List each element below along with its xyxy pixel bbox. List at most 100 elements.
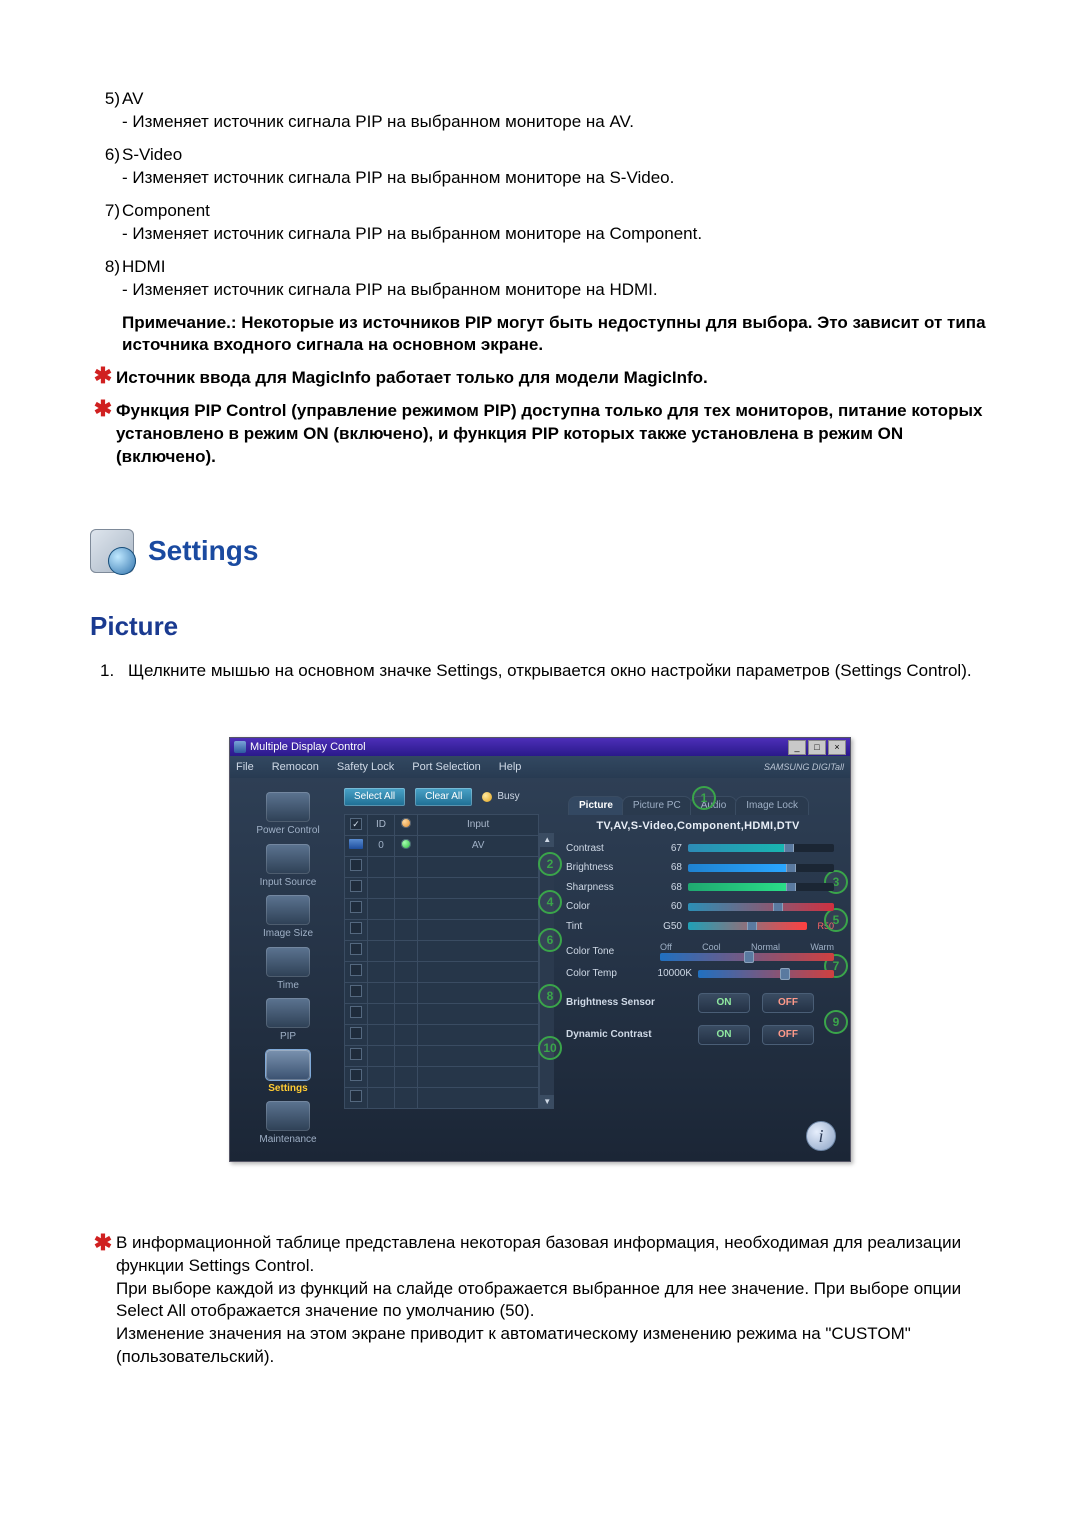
brightness-slider[interactable] [688, 864, 834, 872]
row-checkbox[interactable] [350, 943, 362, 955]
row-checkbox[interactable] [350, 1069, 362, 1081]
sidebar-item-power-control[interactable]: Power Control [243, 792, 333, 838]
menu-port-selection[interactable]: Port Selection [412, 760, 480, 775]
ct-opt-cool: Cool [702, 941, 721, 953]
sharpness-slider[interactable] [688, 883, 834, 891]
row-checkbox[interactable] [350, 922, 362, 934]
pip-icon [266, 998, 310, 1028]
sidebar-item-image-size[interactable]: Image Size [243, 895, 333, 941]
brand-label: SAMSUNG DIGITall [764, 761, 844, 773]
info-button[interactable]: i [806, 1121, 836, 1151]
note-magicinfo: ✱ Источник ввода для MagicInfo работает … [90, 365, 990, 390]
minimize-button[interactable]: _ [788, 740, 806, 755]
tint-slider[interactable] [688, 922, 807, 930]
device-grid[interactable]: ID Input 0 AV [344, 814, 539, 1109]
colortemp-slider[interactable] [698, 970, 834, 978]
brightness-sensor-row: Brightness Sensor ON OFF [566, 993, 834, 1013]
note-text: Источник ввода для MagicInfo работает то… [116, 365, 990, 390]
brightness-sensor-on-button[interactable]: ON [698, 993, 750, 1013]
table-row[interactable] [345, 1088, 539, 1109]
row-checkbox[interactable] [350, 1048, 362, 1060]
footnote-line: В информационной таблице представлена не… [116, 1232, 990, 1278]
colortone-slider[interactable] [660, 953, 834, 961]
brightness-value: 68 [648, 861, 682, 875]
maintenance-icon [266, 1101, 310, 1131]
scroll-up-icon[interactable]: ▲ [540, 833, 554, 847]
menu-safety-lock[interactable]: Safety Lock [337, 760, 394, 775]
menu-remocon[interactable]: Remocon [272, 760, 319, 775]
table-row[interactable] [345, 878, 539, 899]
callout-2: 2 [538, 852, 562, 876]
menu-help[interactable]: Help [499, 760, 522, 775]
callout-5: 5 [824, 908, 848, 932]
dynamic-contrast-row: Dynamic Contrast ON OFF [566, 1025, 834, 1045]
table-row[interactable] [345, 920, 539, 941]
picture-heading: Picture [90, 609, 990, 644]
clear-all-button[interactable]: Clear All [415, 788, 472, 806]
tab-picture-pc[interactable]: Picture PC [622, 796, 692, 815]
sharpness-label: Sharpness [566, 881, 642, 895]
table-row[interactable] [345, 899, 539, 920]
settings-panel: 1 Picture Picture PC Audio Image Lock TV… [554, 788, 842, 1147]
contrast-slider[interactable] [688, 844, 834, 852]
table-row[interactable] [345, 1067, 539, 1088]
item-num: 5) [90, 88, 122, 134]
table-row[interactable] [345, 1046, 539, 1067]
sidebar-item-input-source[interactable]: Input Source [243, 844, 333, 890]
table-row[interactable] [345, 1004, 539, 1025]
tab-image-lock[interactable]: Image Lock [735, 796, 809, 815]
mdc-window: Multiple Display Control _ □ × File Remo… [229, 737, 851, 1162]
dynamic-contrast-on-button[interactable]: ON [698, 1025, 750, 1045]
row-checkbox[interactable] [350, 1090, 362, 1102]
table-row[interactable] [345, 983, 539, 1004]
item-num: 8) [90, 256, 122, 302]
sidebar-item-time[interactable]: Time [243, 947, 333, 993]
note-pip-control: ✱ Функция PIP Control (управление режимо… [90, 398, 990, 469]
asterisk-icon: ✱ [90, 365, 116, 390]
col-input: Input [418, 815, 539, 836]
table-row[interactable] [345, 857, 539, 878]
footnote-line: Изменение значения на этом экране привод… [116, 1323, 990, 1369]
row-checkbox[interactable] [350, 985, 362, 997]
row-checkbox[interactable] [350, 901, 362, 913]
table-row[interactable] [345, 962, 539, 983]
maximize-button[interactable]: □ [808, 740, 826, 755]
titlebar[interactable]: Multiple Display Control _ □ × [230, 738, 850, 756]
item-num: 7) [90, 200, 122, 246]
sidebar-item-pip[interactable]: PIP [243, 998, 333, 1044]
header-status-icon [401, 818, 411, 828]
sidebar-item-settings[interactable]: Settings [243, 1050, 333, 1096]
tab-picture[interactable]: Picture [568, 796, 624, 815]
row-thumb-icon [349, 839, 363, 849]
color-value: 60 [648, 900, 682, 914]
header-checkbox[interactable] [350, 818, 362, 830]
table-row[interactable] [345, 941, 539, 962]
item-num: 6) [90, 144, 122, 190]
item-title: HDMI [122, 256, 990, 279]
callout-8: 8 [538, 984, 562, 1008]
callout-10: 10 [538, 1036, 562, 1060]
table-row[interactable]: 0 AV [345, 836, 539, 857]
item-desc: - Изменяет источник сигнала PIP на выбра… [122, 279, 990, 302]
dynamic-contrast-off-button[interactable]: OFF [762, 1025, 814, 1045]
contrast-row: Contrast 67 [566, 842, 834, 856]
brightness-sensor-label: Brightness Sensor [566, 996, 686, 1010]
close-button[interactable]: × [828, 740, 846, 755]
sidebar-item-maintenance[interactable]: Maintenance [243, 1101, 333, 1147]
ct-opt-normal: Normal [751, 941, 780, 953]
row-checkbox[interactable] [350, 1006, 362, 1018]
menu-file[interactable]: File [236, 760, 254, 775]
window-title: Multiple Display Control [250, 740, 366, 755]
select-all-button[interactable]: Select All [344, 788, 405, 806]
table-row[interactable] [345, 1025, 539, 1046]
color-slider[interactable] [688, 903, 834, 911]
brightness-sensor-off-button[interactable]: OFF [762, 993, 814, 1013]
settings-heading: Settings [90, 529, 990, 573]
row-checkbox[interactable] [350, 859, 362, 871]
cell-input: AV [418, 836, 539, 857]
row-checkbox[interactable] [350, 1027, 362, 1039]
row-checkbox[interactable] [350, 964, 362, 976]
item-title: S-Video [122, 144, 990, 167]
scroll-down-icon[interactable]: ▼ [540, 1095, 554, 1109]
row-checkbox[interactable] [350, 880, 362, 892]
